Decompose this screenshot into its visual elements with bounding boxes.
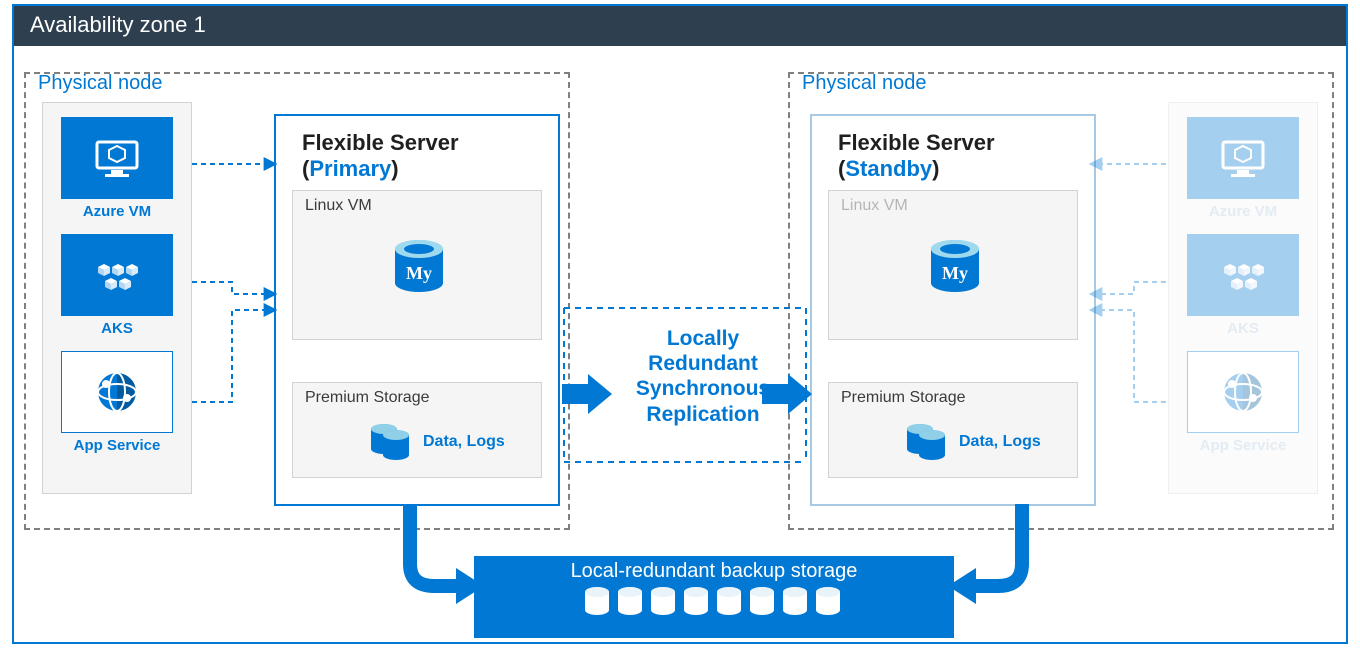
flexible-server-primary-title: Flexible Server (Primary) <box>302 130 558 182</box>
app-service-tile <box>61 351 173 433</box>
backup-storage-title: Local-redundant backup storage <box>474 560 954 583</box>
server-role-standby: Standby <box>845 156 932 181</box>
data-logs-label-standby: Data, Logs <box>959 433 1041 451</box>
azure-vm-tile-faded <box>1187 117 1299 199</box>
premium-storage-label-standby: Premium Storage <box>841 389 1065 407</box>
backup-disk-icon <box>617 586 647 618</box>
premium-storage-box-primary: Premium Storage Data, Logs <box>292 382 542 478</box>
aks-tile-faded <box>1187 234 1299 316</box>
repl-line4: Replication <box>646 403 759 426</box>
title-suffix: ) <box>391 156 398 181</box>
flexible-server-standby-title: Flexible Server (Standby) <box>838 130 1094 182</box>
arrow-storage-out <box>562 374 612 414</box>
connector-services-to-primary <box>192 154 280 414</box>
repl-line3: Synchronous <box>636 377 770 400</box>
linux-vm-label: Linux VM <box>305 197 529 215</box>
availability-zone-container: Availability zone 1 Physical node Azure … <box>12 4 1348 644</box>
premium-storage-box-standby: Premium Storage Data, Logs <box>828 382 1078 478</box>
azure-vm-tile <box>61 117 173 199</box>
server-role-primary: Primary <box>309 156 391 181</box>
backup-disk-icon <box>749 586 779 618</box>
backup-disk-icon <box>716 586 746 618</box>
azure-vm-label-faded: Azure VM <box>1169 203 1317 220</box>
backup-storage-bar: Local-redundant backup storage <box>474 556 954 638</box>
backup-disk-icon <box>650 586 680 618</box>
premium-storage-label: Premium Storage <box>305 389 529 407</box>
repl-line2: Redundant <box>648 352 758 375</box>
aks-label: AKS <box>43 320 191 337</box>
linux-vm-label-standby: Linux VM <box>841 197 1065 215</box>
services-column-left: Azure VM AKS App Service <box>42 102 192 494</box>
physical-node-right-label: Physical node <box>802 72 927 95</box>
aks-icon <box>92 253 142 297</box>
storage-disks-icon-standby <box>905 421 949 461</box>
connector-standby-to-services <box>1094 154 1174 414</box>
backup-disk-icon <box>782 586 812 618</box>
app-service-icon <box>93 368 141 416</box>
storage-disks-icon <box>369 421 413 461</box>
vm-icon <box>93 136 141 180</box>
flexible-server-standby: Flexible Server (Standby) Linux VM Premi… <box>810 114 1096 506</box>
linux-vm-box-standby: Linux VM <box>828 190 1078 340</box>
replication-label: Locally Redundant Synchronous Replicatio… <box>618 326 788 427</box>
app-service-tile-faded <box>1187 351 1299 433</box>
mysql-icon-standby <box>925 239 985 297</box>
data-logs-label: Data, Logs <box>423 433 505 451</box>
app-service-label-faded: App Service <box>1169 437 1317 454</box>
flexible-server-primary: Flexible Server (Primary) Linux VM Premi… <box>274 114 560 506</box>
repl-line1: Locally <box>667 327 739 350</box>
mysql-icon <box>389 239 449 297</box>
linux-vm-box-primary: Linux VM <box>292 190 542 340</box>
backup-disk-icon <box>815 586 845 618</box>
physical-node-left-label: Physical node <box>38 72 163 95</box>
app-service-label: App Service <box>43 437 191 454</box>
title-suffix-standby: ) <box>932 156 939 181</box>
aks-label-faded: AKS <box>1169 320 1317 337</box>
aks-tile <box>61 234 173 316</box>
zone-title: Availability zone 1 <box>14 6 1346 46</box>
backup-storage-icons <box>474 586 954 618</box>
app-service-icon-faded <box>1219 368 1267 416</box>
azure-vm-label: Azure VM <box>43 203 191 220</box>
backup-disk-icon <box>584 586 614 618</box>
arrow-primary-to-backup <box>406 504 486 604</box>
vm-icon-faded <box>1219 136 1267 180</box>
services-column-right: Azure VM AKS App Service <box>1168 102 1318 494</box>
aks-icon-faded <box>1218 253 1268 297</box>
backup-disk-icon <box>683 586 713 618</box>
arrow-standby-to-backup <box>946 504 1026 604</box>
